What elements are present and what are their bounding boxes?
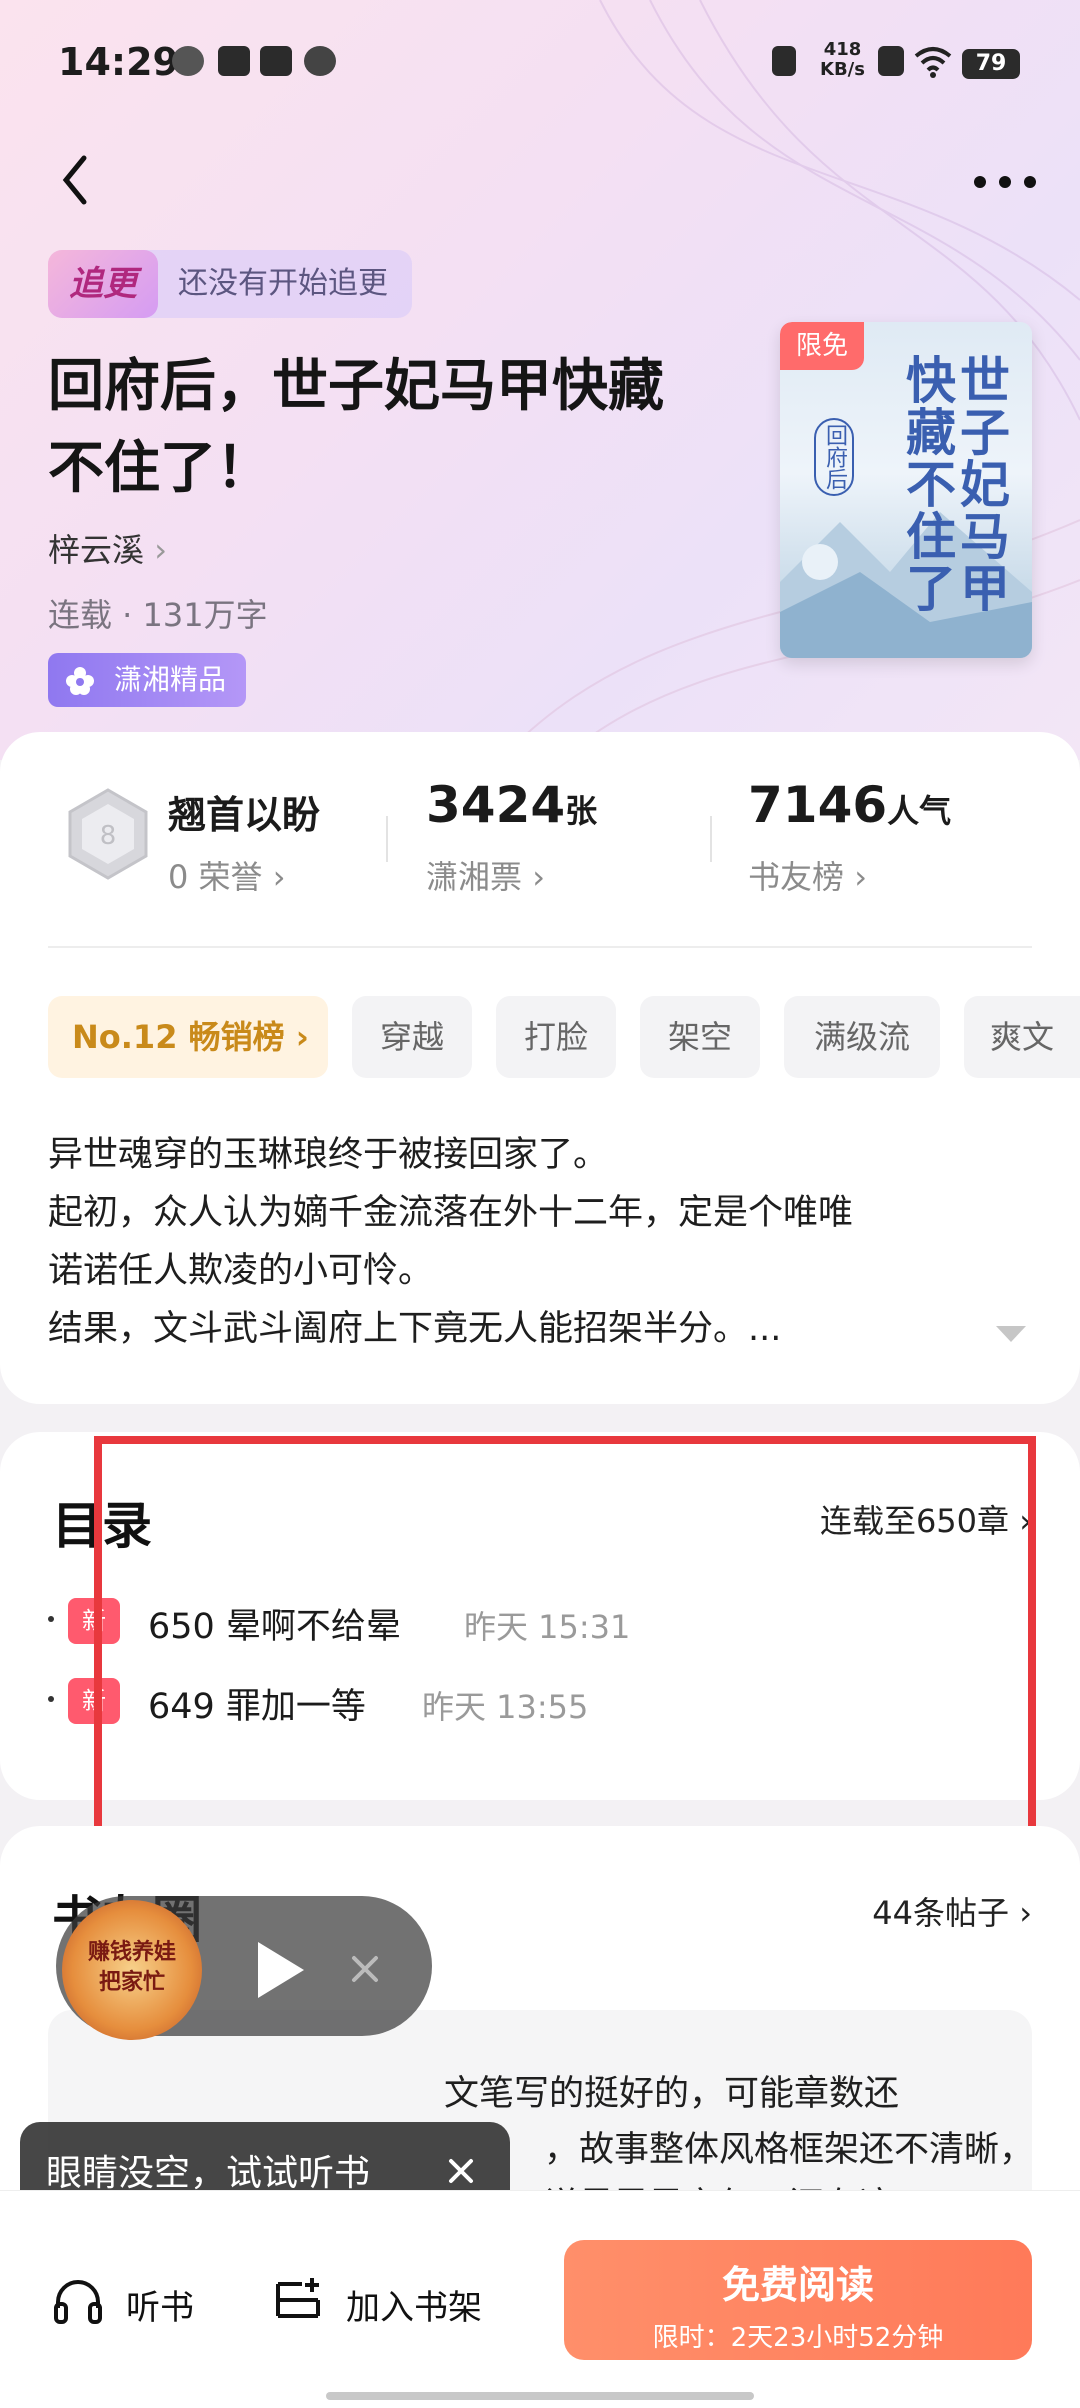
tag[interactable]: 架空: [640, 996, 760, 1078]
synopsis-line: 诺诺任人欺凌的小可怜。: [48, 1251, 434, 1291]
follow-status-text: 还没有开始追更: [178, 266, 388, 301]
community-link[interactable]: 44条帖子 ›: [872, 1888, 1032, 1934]
audio-cover-line: 赚钱养娃: [87, 1940, 176, 1965]
net-speed-value: 418: [823, 39, 862, 60]
popularity-stat: 7146人气: [748, 776, 951, 834]
follow-badge: 追更: [48, 250, 158, 318]
free-badge: 限免: [780, 322, 864, 370]
expand-down-icon[interactable]: [996, 1324, 1026, 1344]
tiktok-icon: [260, 46, 292, 76]
tickets-link[interactable]: 潇湘票 ›: [426, 852, 545, 898]
svg-text:8: 8: [100, 821, 117, 851]
add-to-shelf-button[interactable]: 加入书架: [346, 2280, 482, 2329]
synopsis[interactable]: 异世魂穿的玉琳琅终于被接回家了。 起初，众人认为嫡千金流落在外十二年，定是个唯唯…: [48, 1126, 1028, 1358]
audio-cover-text: 赚钱养娃 把家忙: [72, 1938, 192, 1998]
tickets-unit: 张: [565, 792, 598, 830]
close-icon[interactable]: [446, 2156, 476, 2186]
status-time: 14:29: [58, 40, 179, 84]
no-sim-icon: [878, 46, 904, 76]
cover-title: 世子妃马甲快藏不住了: [898, 354, 1011, 614]
battery-indicator: 79: [962, 49, 1020, 79]
tag[interactable]: 打脸: [496, 996, 616, 1078]
highlight-annotation-box: [94, 1436, 1036, 1866]
app-notification-icon: [172, 46, 204, 76]
tag-label: No.12 畅销榜: [72, 1018, 285, 1056]
synopsis-line: 异世魂穿的玉琳琅终于被接回家了。: [48, 1135, 609, 1175]
home-indicator[interactable]: [326, 2392, 754, 2400]
bookshelf-icon[interactable]: [272, 2276, 324, 2326]
stat-divider: [386, 816, 388, 862]
fan-rank-label: 书友榜: [748, 858, 845, 896]
follow-status-chip[interactable]: 追更 还没有开始追更: [48, 250, 412, 318]
message-icon: [218, 46, 250, 76]
honor-medal-icon: 8: [68, 788, 148, 880]
tag[interactable]: 爽文: [964, 996, 1080, 1078]
quality-label-text: 潇湘精品: [114, 663, 227, 696]
popularity-unit: 人气: [887, 792, 952, 830]
honor-count: 0 荣誉: [168, 858, 263, 896]
synopsis-line: 结果，文斗武斗阖府上下竟无人能招架半分。...: [48, 1309, 782, 1349]
free-read-label: 免费阅读: [721, 2263, 874, 2307]
bullet: [48, 1696, 54, 1702]
tag[interactable]: 满级流: [784, 996, 940, 1078]
fan-rank-link[interactable]: 书友榜 ›: [748, 852, 867, 898]
tickets-label: 潇湘票: [426, 858, 523, 896]
link-icon: [304, 46, 336, 76]
book-title-line: 回府后，世子妃马甲快藏: [48, 353, 664, 419]
divider: [48, 946, 1032, 948]
honor-title: 翘首以盼: [168, 793, 321, 837]
book-title: 回府后，世子妃马甲快藏 不住了！: [48, 345, 748, 509]
synopsis-line: 起初，众人认为嫡千金流落在外十二年，定是个唯唯: [48, 1193, 854, 1233]
net-speed: 418 KB/s: [820, 40, 865, 80]
book-cover[interactable]: 限免 世子妃马甲快藏不住了 回府后: [780, 322, 1032, 658]
free-read-button[interactable]: 免费阅读 限时：2天23小时52分钟: [564, 2240, 1032, 2360]
audio-cover[interactable]: 赚钱养娃 把家忙: [62, 1900, 202, 2040]
quality-label[interactable]: 潇湘精品: [48, 653, 246, 707]
back-icon[interactable]: [52, 150, 102, 210]
free-read-countdown: 限时：2天23小时52分钟: [652, 2323, 944, 2353]
wifi-icon: [914, 47, 952, 78]
book-title-line: 不住了！: [48, 435, 272, 501]
tag[interactable]: 穿越: [352, 996, 472, 1078]
community-link-text: 44条帖子: [872, 1894, 1010, 1932]
audio-cover-line: 把家忙: [98, 1970, 165, 1995]
tickets-stat: 3424张: [426, 776, 597, 834]
stat-divider: [710, 816, 712, 862]
author-name: 梓云溪: [48, 531, 145, 569]
tickets-value: 3424: [426, 776, 566, 834]
listen-button[interactable]: 听书: [126, 2280, 194, 2329]
net-speed-unit: KB/s: [820, 59, 865, 80]
headphones-icon[interactable]: [52, 2276, 104, 2326]
honor-link[interactable]: 0 荣誉 ›: [168, 852, 286, 898]
more-options-icon[interactable]: [970, 170, 1040, 194]
tag-rank[interactable]: No.12 畅销榜 ›: [48, 996, 328, 1078]
play-icon[interactable]: [252, 1938, 308, 2002]
book-meta: 连载 · 131万字: [48, 596, 268, 634]
flower-icon: [66, 667, 94, 695]
close-icon[interactable]: [346, 1950, 384, 1988]
status-bar: 14:29 418 KB/s 79: [0, 0, 1080, 120]
bullet: [48, 1616, 54, 1622]
chevron-right-icon: ›: [154, 531, 167, 569]
vibrate-icon: [772, 46, 796, 76]
toast-text: 眼睛没空，试试听书: [46, 2153, 371, 2194]
popularity-value: 7146: [748, 776, 888, 834]
cover-subtitle: 回府后: [814, 418, 854, 496]
author-link[interactable]: 梓云溪 ›: [48, 525, 167, 571]
post-line: 文笔写的挺好的，可能章数还: [444, 2074, 900, 2114]
